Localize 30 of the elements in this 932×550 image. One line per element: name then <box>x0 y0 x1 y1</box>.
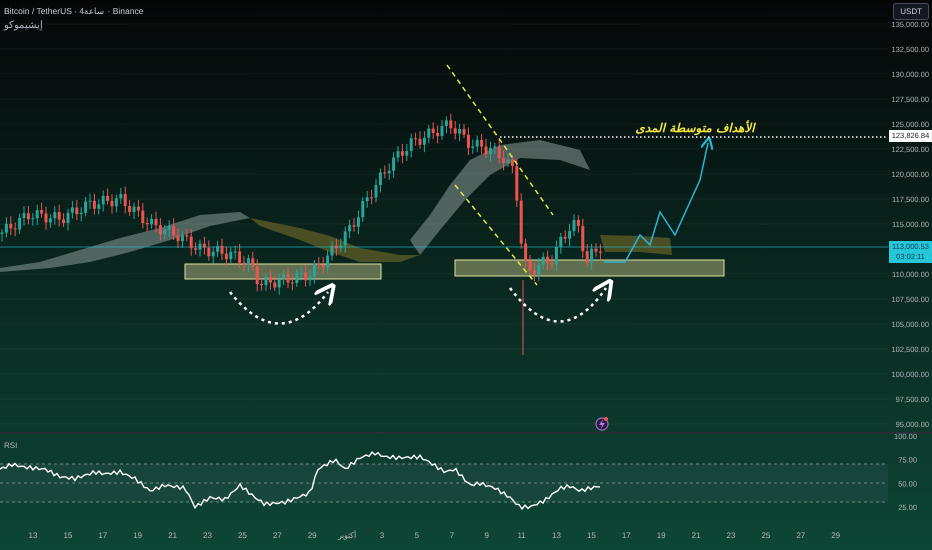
time-axis-label: 9 <box>484 531 489 540</box>
time-axis-label: 29 <box>831 531 840 540</box>
time-axis-label: 29 <box>308 531 317 540</box>
time-axis-label: 25 <box>238 531 247 540</box>
symbol-title: Bitcoin / TetherUS · 4ساعة · Binance <box>4 6 144 16</box>
time-axis-label: 15 <box>586 531 596 540</box>
time-axis-label: 23 <box>203 531 212 540</box>
target-annotation: الأهداف متوسطة المدى <box>635 121 755 135</box>
time-axis-label: 15 <box>63 531 72 540</box>
time-axis-label: 21 <box>692 531 701 540</box>
time-axis-label: 27 <box>796 531 806 540</box>
rsi-title: RSI <box>4 441 18 450</box>
time-axis-label: 25 <box>761 531 770 540</box>
time-axis-label: 13 <box>28 531 38 540</box>
time-axis-label: 19 <box>133 531 142 540</box>
time-axis-label: 23 <box>726 531 736 540</box>
time-axis-label: 17 <box>98 531 108 540</box>
time-axis-label: 7 <box>450 531 454 540</box>
time-axis-label: 13 <box>552 531 561 540</box>
time-axis-label: 11 <box>517 531 526 540</box>
time-axis-label: أكتوبر <box>338 531 356 540</box>
time-axis-label: 17 <box>622 531 631 540</box>
time-axis-label: 3 <box>380 531 384 540</box>
lightning-icon <box>595 417 609 431</box>
time-axis-label: 21 <box>168 531 178 540</box>
time-axis-label: 5 <box>414 531 420 540</box>
time-axis-label: 27 <box>272 531 282 540</box>
time-axis-label: 19 <box>656 531 666 540</box>
indicator-label: إيشيموكو <box>4 19 43 31</box>
currency-button[interactable]: USDT <box>893 3 929 20</box>
